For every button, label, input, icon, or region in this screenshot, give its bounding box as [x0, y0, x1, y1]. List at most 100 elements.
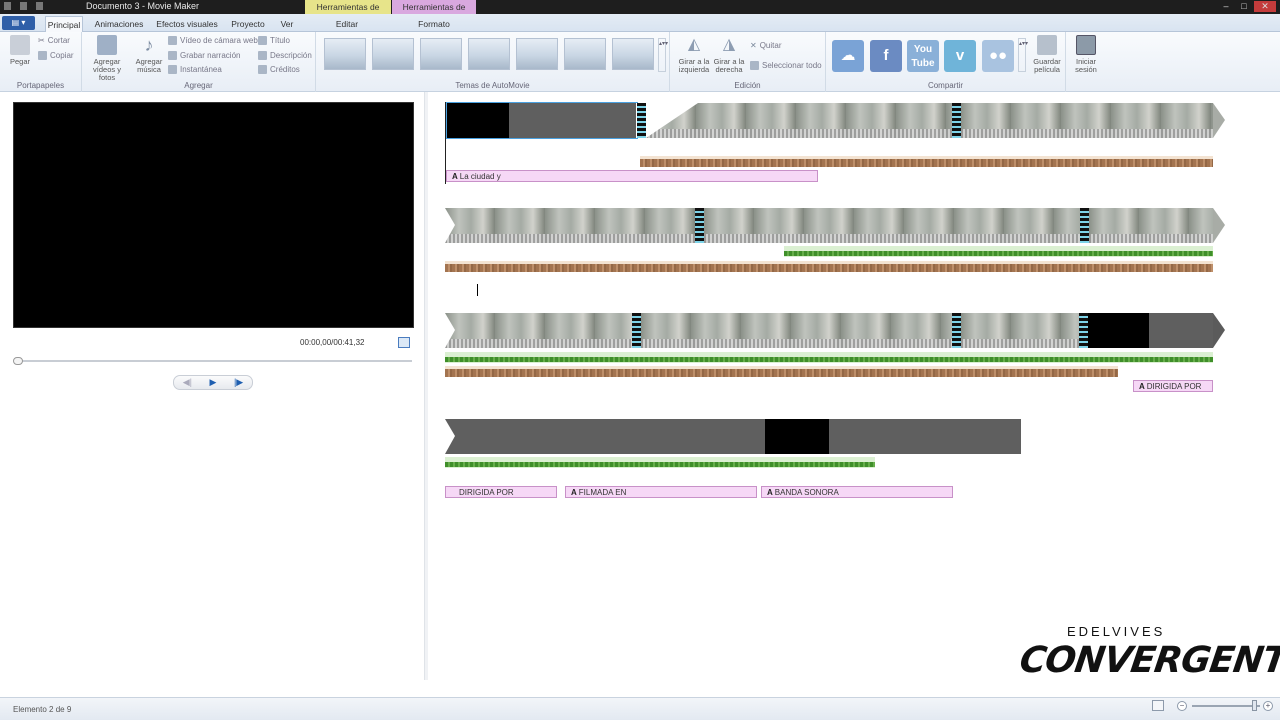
- flickr-icon[interactable]: ●●: [982, 40, 1014, 72]
- video-preview[interactable]: [13, 102, 414, 328]
- audio-waveform[interactable]: [640, 156, 1213, 167]
- sign-in-button[interactable]: Iniciar sesión: [1068, 35, 1104, 74]
- rotate-left-button[interactable]: ◭ Girar a la izquierda: [678, 35, 710, 74]
- snapshot-label: Instantánea: [180, 65, 222, 74]
- share-scroll[interactable]: ▴▾▾: [1018, 38, 1028, 72]
- transition-marker[interactable]: [1080, 208, 1089, 243]
- close-icon[interactable]: ✕: [1254, 1, 1276, 12]
- storyboard-clip[interactable]: [445, 419, 765, 454]
- transition-marker[interactable]: [637, 103, 646, 138]
- transition-marker[interactable]: [695, 208, 704, 243]
- text-caption[interactable]: A FILMADA EN: [565, 486, 757, 498]
- text-caption[interactable]: A La ciudad y: [446, 170, 818, 182]
- fullscreen-icon[interactable]: [398, 337, 410, 348]
- add-music-button[interactable]: ♪ Agregar música: [132, 35, 166, 74]
- tab-editar[interactable]: Editar: [330, 16, 364, 32]
- audio-waveform[interactable]: [445, 261, 1213, 272]
- pane-splitter[interactable]: [424, 92, 428, 680]
- youtube-icon[interactable]: You Tube: [907, 40, 939, 72]
- select-all-button[interactable]: Seleccionar todo: [750, 61, 822, 70]
- tab-animaciones[interactable]: Animaciones: [92, 16, 146, 32]
- record-narration-button[interactable]: Grabar narración: [168, 51, 240, 60]
- fit-to-window-icon[interactable]: [1152, 700, 1164, 711]
- storyboard-clip[interactable]: [641, 313, 952, 348]
- storyboard-clip[interactable]: [765, 419, 829, 454]
- storyboard-clip[interactable]: [445, 208, 695, 243]
- zoom-out-icon[interactable]: −: [1177, 701, 1187, 711]
- save-icon[interactable]: [4, 2, 11, 10]
- transition-marker[interactable]: [952, 103, 961, 138]
- cut-button[interactable]: ✂ Cortar: [38, 36, 70, 45]
- zoom-in-icon[interactable]: +: [1263, 701, 1273, 711]
- tab-ver[interactable]: Ver: [277, 16, 297, 32]
- text-caption[interactable]: DIRIGIDA POR: [445, 486, 557, 498]
- snapshot-button[interactable]: Instantánea: [168, 65, 222, 74]
- automovie-theme-1[interactable]: [324, 38, 366, 70]
- automovie-theme-3[interactable]: [420, 38, 462, 70]
- remove-button[interactable]: ✕ Quitar: [750, 41, 782, 50]
- rotate-right-label: Girar a la derecha: [713, 57, 745, 74]
- playhead[interactable]: [445, 102, 446, 184]
- automovie-theme-6[interactable]: [564, 38, 606, 70]
- text-caption[interactable]: A DIRIGIDA POR: [1133, 380, 1213, 392]
- music-waveform[interactable]: [445, 457, 875, 468]
- transition-marker[interactable]: [1079, 313, 1088, 348]
- music-waveform[interactable]: [445, 352, 1213, 363]
- save-movie-button[interactable]: Guardar película: [1028, 35, 1066, 74]
- previous-frame-icon[interactable]: ◀|: [183, 377, 192, 388]
- next-frame-icon[interactable]: |▶: [234, 377, 243, 388]
- file-menu-button[interactable]: ▤ ▾: [2, 16, 35, 30]
- undo-icon[interactable]: [20, 2, 27, 10]
- automovie-theme-7[interactable]: [612, 38, 654, 70]
- tab-efectos-visuales[interactable]: Efectos visuales: [155, 16, 219, 32]
- facebook-icon[interactable]: f: [870, 40, 902, 72]
- webcam-video-button[interactable]: Vídeo de cámara web: [168, 36, 258, 45]
- play-icon[interactable]: ▶: [210, 377, 217, 388]
- caption-text: DIRIGIDA POR: [459, 488, 514, 497]
- themes-scroll[interactable]: ▴▾▾: [658, 38, 668, 72]
- tab-formato[interactable]: Formato: [414, 16, 454, 32]
- tab-principal[interactable]: Principal: [45, 16, 83, 32]
- paste-button[interactable]: Pegar: [6, 35, 34, 66]
- maximize-icon[interactable]: □: [1236, 1, 1252, 12]
- storyboard-clip[interactable]: [961, 103, 1213, 138]
- copy-button[interactable]: Copiar: [38, 51, 74, 60]
- credits-button[interactable]: Créditos: [258, 65, 300, 74]
- automovie-theme-4[interactable]: [468, 38, 510, 70]
- vimeo-icon[interactable]: v: [944, 40, 976, 72]
- automovie-theme-5[interactable]: [516, 38, 558, 70]
- storyboard-clip[interactable]: [445, 313, 632, 348]
- zoom-slider[interactable]: [1192, 705, 1260, 707]
- storyboard-clip[interactable]: [704, 208, 1080, 243]
- add-videos-button[interactable]: Agregar vídeos y fotos: [84, 35, 130, 82]
- title-button[interactable]: Título: [258, 36, 290, 45]
- redo-icon[interactable]: [36, 2, 43, 10]
- transition-marker[interactable]: [952, 313, 961, 348]
- music-waveform[interactable]: [784, 246, 1213, 257]
- caption-button[interactable]: Descripción: [258, 51, 312, 60]
- transition-marker[interactable]: [632, 313, 641, 348]
- zoom-slider-thumb[interactable]: [1252, 700, 1257, 711]
- audio-waveform[interactable]: [445, 366, 1118, 377]
- group-label-editing: Edición: [734, 81, 761, 90]
- tab-proyecto[interactable]: Proyecto: [228, 16, 268, 32]
- seek-thumb[interactable]: [13, 357, 23, 365]
- skydrive-icon[interactable]: ☁: [832, 40, 864, 72]
- storyboard-clip[interactable]: [961, 313, 1079, 348]
- snapshot-icon: [168, 65, 177, 74]
- save-movie-label: Guardar película: [1033, 57, 1061, 74]
- automovie-theme-2[interactable]: [372, 38, 414, 70]
- rotate-right-button[interactable]: ◮ Girar a la derecha: [712, 35, 746, 74]
- playback-timecode: 00:00,00/00:41,32: [300, 338, 365, 347]
- sign-in-label: Iniciar sesión: [1075, 57, 1097, 74]
- storyboard-clip[interactable]: [829, 419, 1021, 454]
- minimize-icon[interactable]: –: [1218, 1, 1234, 12]
- storyboard-clip[interactable]: [1149, 313, 1213, 348]
- seek-bar[interactable]: [16, 360, 412, 362]
- caption-a-icon: A: [767, 488, 773, 497]
- title-label: Título: [270, 36, 291, 45]
- text-caption[interactable]: A BANDA SONORA: [761, 486, 953, 498]
- storyboard-clip[interactable]: [1089, 208, 1213, 243]
- row-continue-arrow: [1213, 103, 1225, 138]
- storyboard-clip[interactable]: [1088, 313, 1149, 348]
